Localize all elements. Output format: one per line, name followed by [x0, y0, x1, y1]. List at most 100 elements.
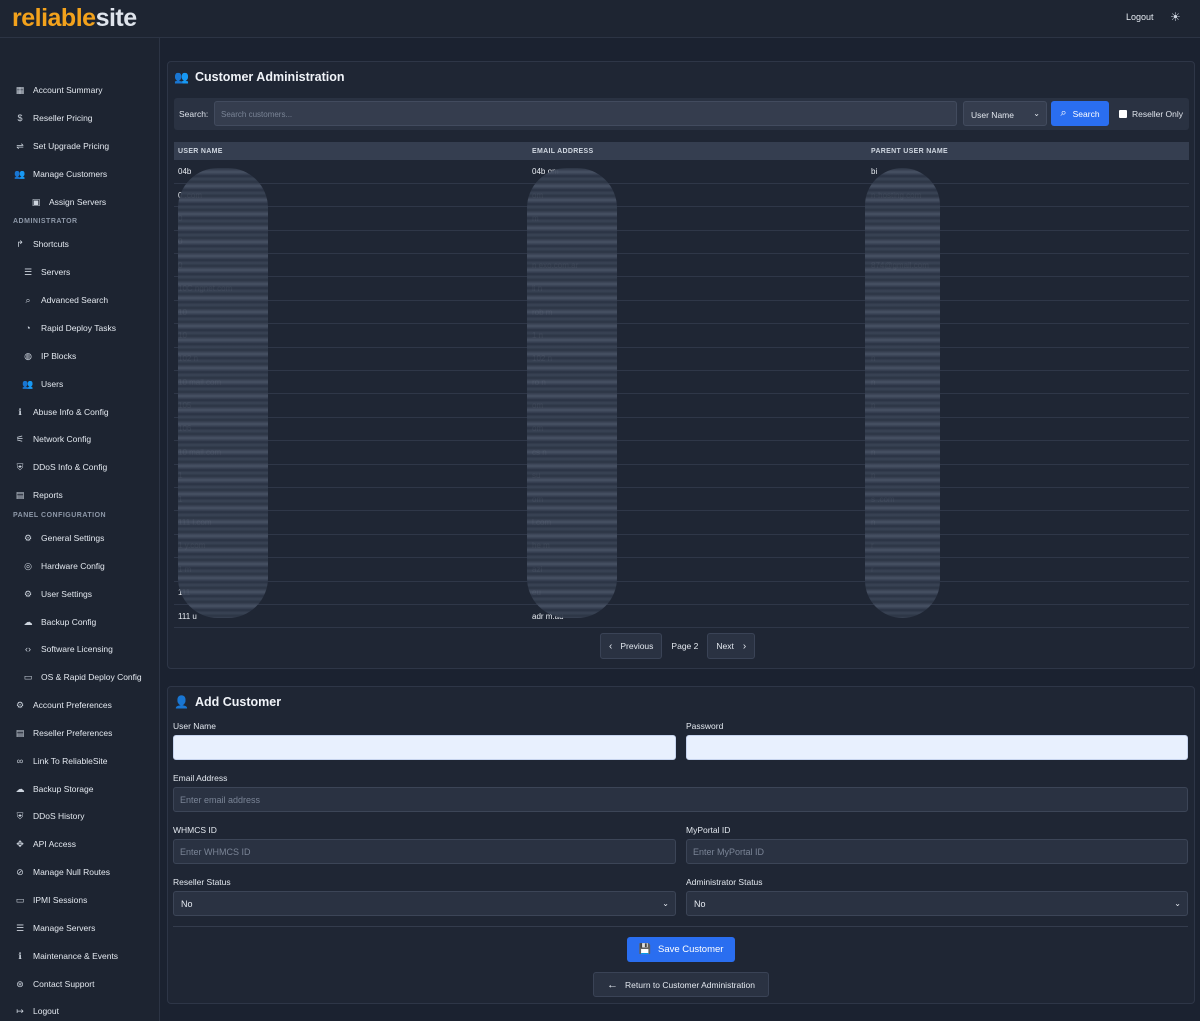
logout-link[interactable]: Logout	[1126, 12, 1154, 22]
user-name-field[interactable]	[173, 735, 676, 760]
sidebar-item-label: Advanced Search	[41, 295, 109, 305]
table-row[interactable]: 0 m	[174, 206, 1189, 231]
sidebar-item-api-access[interactable]: ✥ API Access	[13, 836, 76, 852]
sidebar-item-shortcuts[interactable]: ↱ Shortcuts	[13, 236, 69, 252]
save-customer-label: Save Customer	[657, 944, 724, 955]
admin-status-select[interactable]: No ⌄	[686, 891, 1188, 916]
next-page-button[interactable]: Next ›	[707, 633, 756, 659]
theme-toggle-icon[interactable]: ☀	[1170, 10, 1181, 24]
table-row[interactable]: 10C ngnet.comli n	[174, 276, 1189, 301]
sidebar-item-reports[interactable]: ▤ Reports	[13, 487, 63, 503]
search-input[interactable]: Search customers...	[214, 101, 957, 126]
sidebar-item-network-config[interactable]: ⚟ Network Config	[13, 431, 91, 447]
table-row[interactable]: 0n exo.com.ar 874@gmail.com	[174, 253, 1189, 278]
table-row[interactable]: 111eu	[174, 581, 1189, 605]
table-row[interactable]: 105 omn	[174, 393, 1189, 418]
sidebar-item-ddos-info-config[interactable]: ⛨ DDoS Info & Config	[13, 459, 108, 475]
sidebar-item-assign-servers[interactable]: ▣ Assign Servers	[29, 194, 106, 210]
users-icon: 👥	[174, 70, 189, 84]
chevron-left-icon: ‹	[609, 640, 613, 652]
table-header-row: USER NAME EMAIL ADDRESS PARENT USER NAME	[174, 142, 1189, 160]
sidebar-icon: ‹›	[25, 644, 31, 654]
sidebar-icon: ▭	[15, 894, 25, 905]
sidebar-icon: ☁	[23, 616, 33, 627]
column-header-parent-user-name[interactable]: PARENT USER NAME	[867, 142, 1189, 160]
search-button[interactable]: ⌕ Search	[1051, 101, 1109, 126]
table-row[interactable]: 1 mazir	[174, 557, 1189, 582]
sidebar-item-user-settings[interactable]: ⚙ User Settings	[21, 586, 92, 602]
add-customer-title: 👤 Add Customer	[174, 695, 281, 709]
sidebar-item-reseller-preferences[interactable]: ▤ Reseller Preferences	[13, 725, 113, 741]
sidebar-item-link-to-reliablesite[interactable]: ∞ Link To ReliableSite	[13, 753, 108, 769]
return-button[interactable]: ← Return to Customer Administration	[593, 972, 769, 997]
sidebar-item-logout[interactable]: ↦ Logout	[13, 1003, 59, 1019]
sidebar-item-os-rapid-deploy-config[interactable]: ▭ OS & Rapid Deploy Config	[21, 669, 142, 685]
sidebar-item-label: OS & Rapid Deploy Config	[41, 672, 142, 682]
sidebar-item-account-preferences[interactable]: ⚙ Account Preferences	[13, 697, 112, 713]
sidebar-item-contact-support[interactable]: ⊛ Contact Support	[13, 976, 94, 992]
table-row[interactable]: 111 u adr m.au	[174, 604, 1189, 629]
customer-admin-title-text: Customer Administration	[194, 70, 345, 84]
sidebar-icon: ⌕	[25, 294, 31, 305]
sidebar-item-ip-blocks[interactable]: ◍ IP Blocks	[21, 348, 76, 364]
table-row[interactable]: 1 oms .com	[174, 487, 1189, 512]
sidebar-item-manage-null-routes[interactable]: ⊘ Manage Null Routes	[13, 864, 110, 880]
table-row[interactable]: 1 y.comhe mr	[174, 534, 1189, 559]
checkbox-box[interactable]	[1119, 110, 1127, 118]
sidebar-item-account-summary[interactable]: ▦ Account Summary	[13, 82, 103, 98]
brand-logo[interactable]: reliablesite	[12, 4, 137, 33]
sidebar-item-hardware-config[interactable]: ◎ Hardware Config	[21, 558, 105, 574]
sidebar-item-users[interactable]: 👥 Users	[21, 376, 63, 392]
sidebar-item-label: DDoS History	[33, 811, 85, 821]
reseller-status-select[interactable]: No ⌄	[173, 891, 676, 916]
sidebar-icon: ⚙	[23, 532, 33, 543]
sidebar-item-ddos-history[interactable]: ⛨ DDoS History	[13, 808, 85, 824]
myportal-id-field[interactable]: Enter MyPortal ID	[686, 839, 1188, 864]
table-row[interactable]: 106 om	[174, 417, 1189, 442]
table-row[interactable]: 0 .com om n-hosting.com	[174, 183, 1189, 208]
table-row[interactable]: 111 l.com l.comn	[174, 510, 1189, 535]
sidebar-item-label: Backup Config	[41, 617, 97, 627]
sidebar-item-backup-config[interactable]: ☁ Backup Config	[21, 614, 97, 630]
whmcs-id-field[interactable]: Enter WHMCS ID	[173, 839, 676, 864]
sidebar-item-set-upgrade-pricing[interactable]: ⇌ Set Upgrade Pricing	[13, 138, 109, 154]
table-row[interactable]: 0	[174, 230, 1189, 255]
sidebar-item-abuse-info-config[interactable]: ℹ Abuse Info & Config	[13, 404, 108, 420]
sidebar-icon: ⊛	[16, 978, 24, 989]
table-row[interactable]: 102 n102 nn	[174, 347, 1189, 372]
sidebar-item-advanced-search[interactable]: ⌕ Advanced Search	[21, 292, 108, 308]
sidebar-icon: ▤	[15, 489, 25, 500]
search-by-select[interactable]: User Name ⌄	[963, 101, 1047, 126]
sidebar-item-reseller-pricing[interactable]: $ Reseller Pricing	[13, 110, 92, 126]
sidebar-item-rapid-deploy-tasks[interactable]: ◔ Rapid Deploy Tasks	[21, 320, 116, 336]
password-field[interactable]	[686, 735, 1188, 760]
chevron-down-icon: ⌄	[1033, 109, 1040, 118]
sidebar-item-servers[interactable]: ☰ Servers	[21, 264, 70, 280]
previous-page-button[interactable]: ‹ Previous	[600, 633, 663, 659]
save-customer-button[interactable]: 💾 Save Customer	[627, 937, 735, 962]
sidebar-icon: ⚙	[23, 588, 33, 599]
sidebar-item-backup-storage[interactable]: ☁ Backup Storage	[13, 781, 94, 797]
customers-table: USER NAME EMAIL ADDRESS PARENT USER NAME…	[174, 142, 1189, 629]
table-row[interactable]: 10rob m	[174, 300, 1189, 325]
table-row[interactable]: 04b 04b om bi	[174, 160, 1189, 184]
sidebar-item-label: Backup Storage	[33, 784, 94, 794]
sidebar-item-maintenance-events[interactable]: ℹ Maintenance & Events	[13, 948, 118, 964]
table-row[interactable]: 1sun	[174, 464, 1189, 488]
reseller-only-checkbox[interactable]: Reseller Only	[1119, 109, 1183, 119]
column-header-email[interactable]: EMAIL ADDRESS	[528, 142, 867, 160]
sidebar-item-manage-servers[interactable]: ☰ Manage Servers	[13, 920, 95, 936]
table-row[interactable]: 10 mail.comro nn	[174, 370, 1189, 395]
sidebar-item-label: Manage Null Routes	[33, 867, 111, 877]
sidebar-item-software-licensing[interactable]: ‹› Software Licensing	[21, 641, 113, 657]
sidebar-icon: ✥	[16, 838, 24, 849]
brand-logo-part2: site	[95, 4, 138, 32]
column-header-user-name[interactable]: USER NAME	[174, 142, 528, 160]
email-field[interactable]: Enter email address	[173, 787, 1188, 812]
table-row[interactable]: 10 mail.comcs nn	[174, 440, 1189, 465]
sidebar-item-manage-customers[interactable]: 👥 Manage Customers	[13, 166, 107, 182]
table-row[interactable]: 101 n	[174, 323, 1189, 348]
sidebar-item-general-settings[interactable]: ⚙ General Settings	[21, 530, 104, 546]
sidebar-item-ipmi-sessions[interactable]: ▭ IPMI Sessions	[13, 892, 88, 908]
sidebar-icon: ⊘	[16, 866, 24, 877]
